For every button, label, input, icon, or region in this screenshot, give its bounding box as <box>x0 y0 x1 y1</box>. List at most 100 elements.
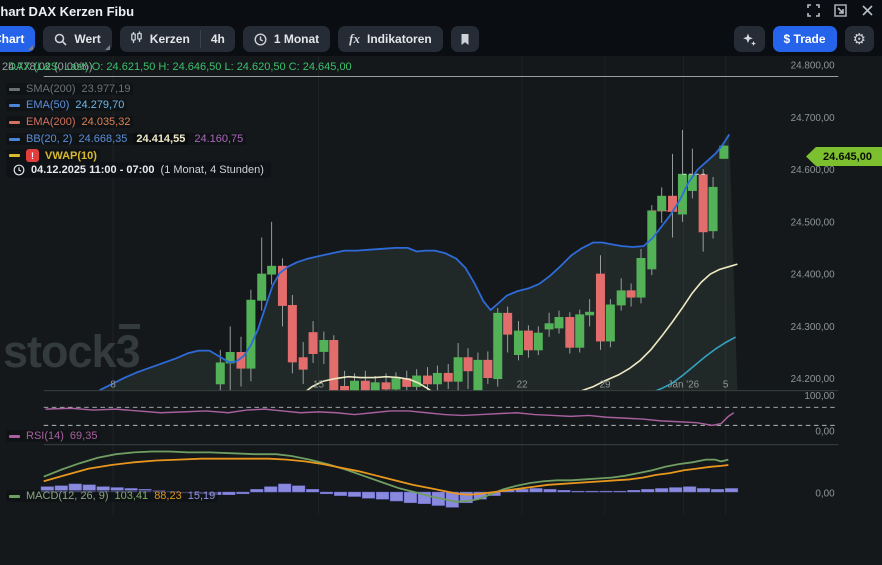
macd-histogram-bar <box>558 490 571 492</box>
candle-down <box>699 175 707 232</box>
candle-up <box>454 358 462 382</box>
title-bar: Chart DAX Kerzen Fibu <box>0 0 882 22</box>
candle-up <box>371 383 379 390</box>
macd-histogram-bar <box>641 489 654 492</box>
macd-histogram-bar <box>530 488 543 492</box>
candle-up <box>617 291 625 305</box>
macd-histogram-bar <box>404 492 417 503</box>
ai-assistant-button[interactable] <box>734 26 765 52</box>
last-price-value: 24.645,00 <box>823 151 872 163</box>
legend-row-sma[interactable]: SMA(200) 23.977,19 <box>6 83 133 95</box>
fullscreen-icon[interactable] <box>806 3 820 17</box>
macd-histogram-bar <box>348 492 361 497</box>
rsi-value: 69,35 <box>70 430 98 442</box>
macd-histogram-bar <box>683 487 696 492</box>
period-button[interactable]: 1 Monat <box>243 26 330 52</box>
candle-up <box>268 266 276 274</box>
window-controls <box>806 3 874 17</box>
macd-histogram-bar <box>320 492 333 494</box>
clock-small-icon <box>13 164 25 176</box>
toolbar: Chart Wert Kerzen <box>0 22 882 56</box>
legend-row-vwap[interactable]: ! VWAP(10) <box>6 149 100 162</box>
trade-button[interactable]: $ Trade <box>773 26 837 52</box>
period-label: 1 Monat <box>274 32 319 46</box>
macd-histogram-bar <box>376 492 389 499</box>
candle-down <box>288 305 296 361</box>
macd-histogram-bar <box>264 487 277 492</box>
macd-axis-label: 0,00 <box>815 489 835 500</box>
rsi-axis-label: 0,00 <box>815 426 835 437</box>
macd-histogram-bar <box>544 489 557 492</box>
vwap-color-dash <box>9 154 20 157</box>
candle-down <box>444 373 452 381</box>
chart-button-label: Chart <box>0 32 24 46</box>
macd-histogram-bar <box>334 492 347 496</box>
macd-histogram-bar <box>236 492 249 494</box>
date-axis-label: 15 <box>313 380 325 391</box>
legend-row-macd[interactable]: MACD(12, 26, 9) 103,41 88,23 15,19 <box>6 490 218 502</box>
legend-row-ema200[interactable]: EMA(200) 24.035,32 <box>6 116 133 128</box>
interval-button[interactable]: 4h <box>201 26 235 52</box>
legend-row-bb[interactable]: BB(20, 2) 24.668,35 24.414,55 24.160,75 <box>6 133 246 145</box>
gear-icon: ⚙ <box>853 30 866 48</box>
popout-icon[interactable] <box>833 3 847 17</box>
candle-up <box>576 315 584 347</box>
legend-row-rsi[interactable]: RSI(14) 69,35 <box>6 430 100 442</box>
price-axis-label: 24.200,00 <box>791 374 836 385</box>
settings-button[interactable]: ⚙ <box>845 26 874 52</box>
macd-histogram-bar <box>223 492 236 495</box>
candle-down <box>566 317 574 347</box>
price-axis-label: 24.300,00 <box>791 322 836 333</box>
templates-button[interactable] <box>451 26 479 52</box>
macd-histogram-bar <box>627 490 640 492</box>
candle-down <box>423 376 431 384</box>
legend-row-ema50[interactable]: EMA(50) 24.279,70 <box>6 99 127 111</box>
chart-button[interactable]: Chart <box>0 26 35 52</box>
macd-value: 103,41 <box>115 490 149 502</box>
bookmark-icon <box>459 33 471 46</box>
price-axis-label: 24.700,00 <box>791 113 836 124</box>
candle-up <box>392 379 400 389</box>
macd-histogram-bar <box>362 492 375 498</box>
time-range-value: 04.12.2025 11:00 - 07:00 <box>31 164 155 176</box>
candle-up <box>586 312 594 315</box>
ema200-value: 24.035,32 <box>82 116 131 128</box>
macd-color-dash <box>9 495 20 498</box>
rsi-name: RSI(14) <box>26 430 64 442</box>
sma-color-dash <box>9 88 20 91</box>
date-axis-label: 5 <box>723 380 729 391</box>
indicators-button[interactable]: fx Indikatoren <box>338 26 443 52</box>
candle-up <box>216 363 224 384</box>
candle-up <box>555 317 563 327</box>
last-price-tag: 24.645,00 <box>806 147 882 166</box>
rsi-axis-label: 100,00 <box>804 391 835 402</box>
candle-down <box>596 274 604 341</box>
candle-down <box>361 381 369 390</box>
vwap-name: VWAP(10) <box>45 150 97 162</box>
bb-upper-value: 24.668,35 <box>78 133 127 145</box>
price-axis-label: 24.800,00 <box>791 61 836 72</box>
date-axis-label: 29 <box>599 380 611 391</box>
candle-up <box>534 333 542 350</box>
ema50-color-dash <box>9 104 20 107</box>
candle-up <box>637 258 645 297</box>
fx-icon: fx <box>349 31 360 47</box>
macd-signal-value: 88,23 <box>154 490 182 502</box>
ohlc-legend: DAX (L&S, Last) O: 24.621,50 H: 24.646,5… <box>8 61 352 73</box>
search-icon <box>54 33 67 46</box>
macd-histogram-bar <box>306 489 319 492</box>
chart-type-button[interactable]: Kerzen <box>120 26 200 52</box>
candle-up <box>709 187 717 230</box>
symbol-search-button[interactable]: Wert <box>43 26 111 52</box>
ema50-value: 24.279,70 <box>75 99 124 111</box>
bb-name: BB(20, 2) <box>26 133 72 145</box>
indicators-label: Indikatoren <box>367 32 432 46</box>
macd-histogram-bar <box>711 489 724 492</box>
clock-icon <box>254 33 267 46</box>
bb-lower-value: 24.160,75 <box>194 133 243 145</box>
close-icon[interactable] <box>860 3 874 17</box>
sma-name: SMA(200) <box>26 83 76 95</box>
bb-mid-value: 24.414,55 <box>133 133 188 145</box>
vwap-warning-icon[interactable]: ! <box>26 149 39 162</box>
macd-histogram-bar <box>278 484 291 492</box>
